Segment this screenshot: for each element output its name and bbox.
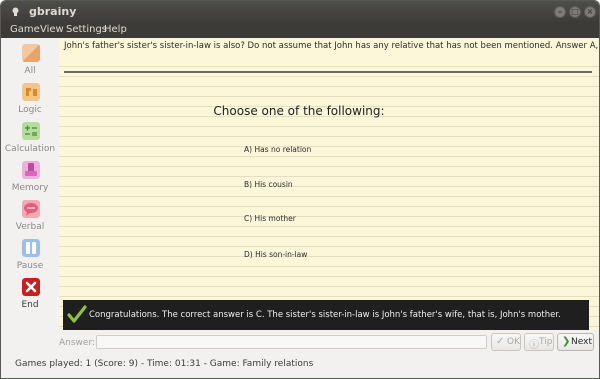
next-arrow-icon: ❯	[562, 336, 571, 347]
question-text: John's father's sister's sister-in-law i…	[59, 38, 599, 57]
answer-label: Answer:	[59, 338, 96, 348]
status-text: Games played: 1 (Score: 9) - Time: 01:31…	[15, 359, 314, 369]
ok-button-label: OK	[507, 337, 520, 347]
choices-title: Choose one of the following:	[213, 104, 385, 118]
maximize-button[interactable]: □	[569, 6, 581, 18]
minimize-button[interactable]: –	[554, 6, 566, 18]
answer-option-a: A) Has no relation	[244, 145, 312, 154]
game-type-sidebar: All Logic Calculation Memory Verbal Paus…	[1, 38, 59, 315]
ok-button[interactable]: ✓ OK	[491, 333, 521, 351]
pause-icon	[22, 239, 40, 257]
game-drawing-area: Choose one of the following: A) Has no r…	[59, 57, 599, 330]
answer-option-d: D) His son-in-law	[244, 250, 308, 259]
checkmark-icon	[67, 305, 87, 323]
memory-icon	[22, 161, 40, 179]
end-icon	[22, 278, 40, 296]
close-button[interactable]: ×	[584, 6, 596, 18]
window-title: gbrainy	[29, 5, 77, 18]
divider	[64, 71, 592, 73]
menu-settings[interactable]: Settings	[66, 24, 107, 35]
app-logo-icon	[12, 7, 19, 16]
tip-button-label: Tip	[539, 337, 553, 347]
sidebar-item-label: Logic	[18, 105, 42, 115]
menu-view[interactable]: View	[40, 24, 64, 35]
calculation-icon	[22, 122, 40, 140]
info-icon: ⓘ	[529, 340, 539, 351]
menu-game[interactable]: Game	[10, 24, 40, 35]
verbal-icon	[22, 200, 40, 218]
menu-bar: Game View Settings Help	[1, 23, 599, 38]
sidebar-item-label: Pause	[16, 261, 44, 271]
title-bar: gbrainy – □ ×	[1, 1, 599, 23]
sidebar-item-label: Memory	[11, 183, 49, 193]
status-bar: Games played: 1 (Score: 9) - Time: 01:31…	[1, 355, 599, 378]
app-window: gbrainy – □ × Game View Settings Help Al…	[0, 0, 600, 379]
answer-input[interactable]	[96, 335, 487, 349]
sidebar-item-label: All	[24, 66, 36, 76]
answer-toolbar: Answer: ✓ OK ⓘ Tip ❯ Next	[1, 330, 599, 355]
answer-option-b: B) His cousin	[244, 180, 293, 189]
menu-help[interactable]: Help	[104, 24, 127, 35]
next-button-label: Next	[571, 337, 592, 347]
tip-button[interactable]: ⓘ Tip	[524, 333, 554, 351]
logic-puzzle-icon	[22, 83, 40, 101]
sidebar-item-label: Verbal	[15, 222, 45, 232]
all-games-icon	[22, 44, 40, 62]
sidebar-item-label: Calculation	[4, 144, 56, 154]
check-icon: ✓	[496, 336, 505, 347]
result-message-bar: Congratulations. The correct answer is C…	[63, 300, 589, 330]
sidebar-item-label: End	[21, 300, 39, 310]
result-message: Congratulations. The correct answer is C…	[89, 310, 561, 320]
answer-option-c: C) His mother	[244, 214, 296, 223]
next-button[interactable]: ❯ Next	[557, 333, 594, 351]
